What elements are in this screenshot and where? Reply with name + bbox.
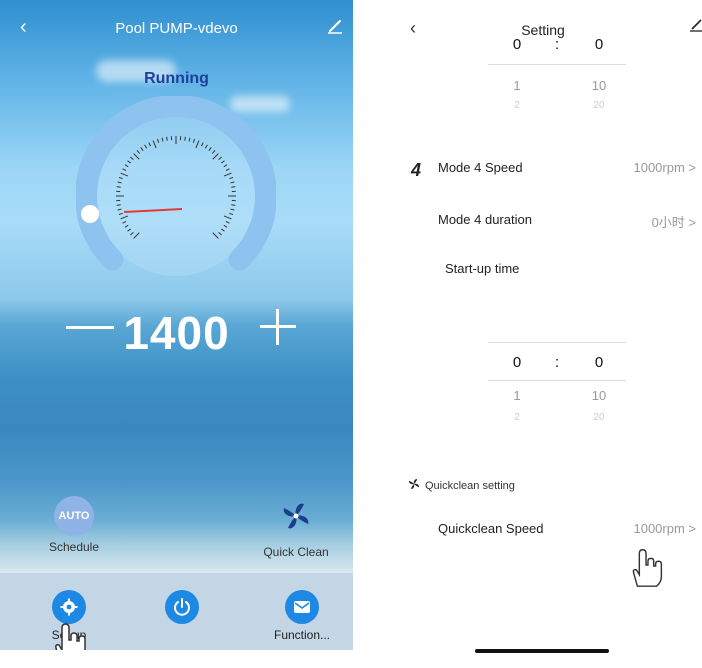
speed-gauge[interactable] [76,96,276,296]
function-label: Function... [273,628,331,642]
picker-hour: 0 [512,354,522,371]
auto-icon: AUTO [54,496,94,536]
gauge-tick [116,204,121,206]
gauge-tick [231,204,236,206]
fan-icon [283,503,309,529]
picker-option: 10 [591,78,607,93]
schedule-shortcut[interactable]: AUTO Schedule [38,496,110,554]
picker-minute: 0 [594,36,604,53]
picker-separator: : [554,36,560,53]
picker-option: 2 [514,100,520,111]
top-bar: ‹ Pool PUMP-vdevo [0,0,353,60]
mode-speed-label: Mode 4 Speed [438,160,523,175]
setting-screen: ‹ Setting 0 : 0 1 10 2 20 4 Mode 4 Speed [384,0,702,668]
quickclean-heading-text: Quickclean setting [425,480,515,492]
mode-duration-label: Mode 4 duration [438,212,532,227]
gauge-tick [166,136,168,141]
gauge-slider-handle[interactable] [81,205,99,223]
picker-divider [488,64,626,65]
increase-speed-button[interactable] [260,309,296,345]
picker-minute: 0 [594,354,604,371]
quick-clean-shortcut[interactable]: Quick Clean [254,496,338,559]
quickclean-speed-row[interactable]: Quickclean Speed 1000rpm > [438,521,702,536]
gauge-tick [184,136,186,141]
edit-icon[interactable] [327,18,343,34]
power-icon [165,590,199,624]
function-button[interactable]: Function... [264,590,340,642]
gauge-tick [116,186,121,188]
power-button[interactable] [162,590,202,624]
tap-hand-icon [632,549,663,587]
fan-icon [409,479,419,489]
quick-clean-label: Quick Clean [263,545,329,559]
picker-option: 2 [514,412,520,423]
picker-option: 10 [591,388,607,403]
picker-option: 1 [513,388,521,403]
picker-separator: : [554,354,560,371]
picker-hour: 0 [512,36,522,53]
pump-control-screen: ‹ Pool PUMP-vdevo Running 1400 AUTO Sche… [0,0,353,650]
mail-icon [285,590,319,624]
gauge-tick [231,186,236,188]
quickclean-heading: Quickclean setting [406,476,515,492]
quickclean-speed-label: Quickclean Speed [438,521,544,536]
edit-icon[interactable] [690,18,702,32]
picker-option: 20 [593,100,605,111]
speed-value: 1400 [123,307,230,359]
mode-number: 4 [411,160,422,180]
picker-divider [488,342,626,343]
tap-hand-icon [55,623,86,650]
mode-duration-value: 0小时 > [651,215,696,230]
device-title: Pool PUMP-vdevo [115,20,238,37]
mode-speed-value: 1000rpm > [633,160,696,175]
quickclean-speed-value: 1000rpm > [633,521,696,536]
mode-speed-row[interactable]: Mode 4 Speed 1000rpm > [438,160,702,175]
running-status: Running [144,70,209,87]
startup-time-label: Start-up time [445,261,520,276]
schedule-label: Schedule [48,540,100,554]
picker-divider [488,380,626,381]
home-indicator [475,649,609,653]
picker-option: 1 [513,78,521,93]
mode-duration-row[interactable]: Mode 4 duration 0小时 > [438,212,702,230]
speed-control: 1400 [0,306,353,366]
picker-option: 20 [593,412,605,423]
